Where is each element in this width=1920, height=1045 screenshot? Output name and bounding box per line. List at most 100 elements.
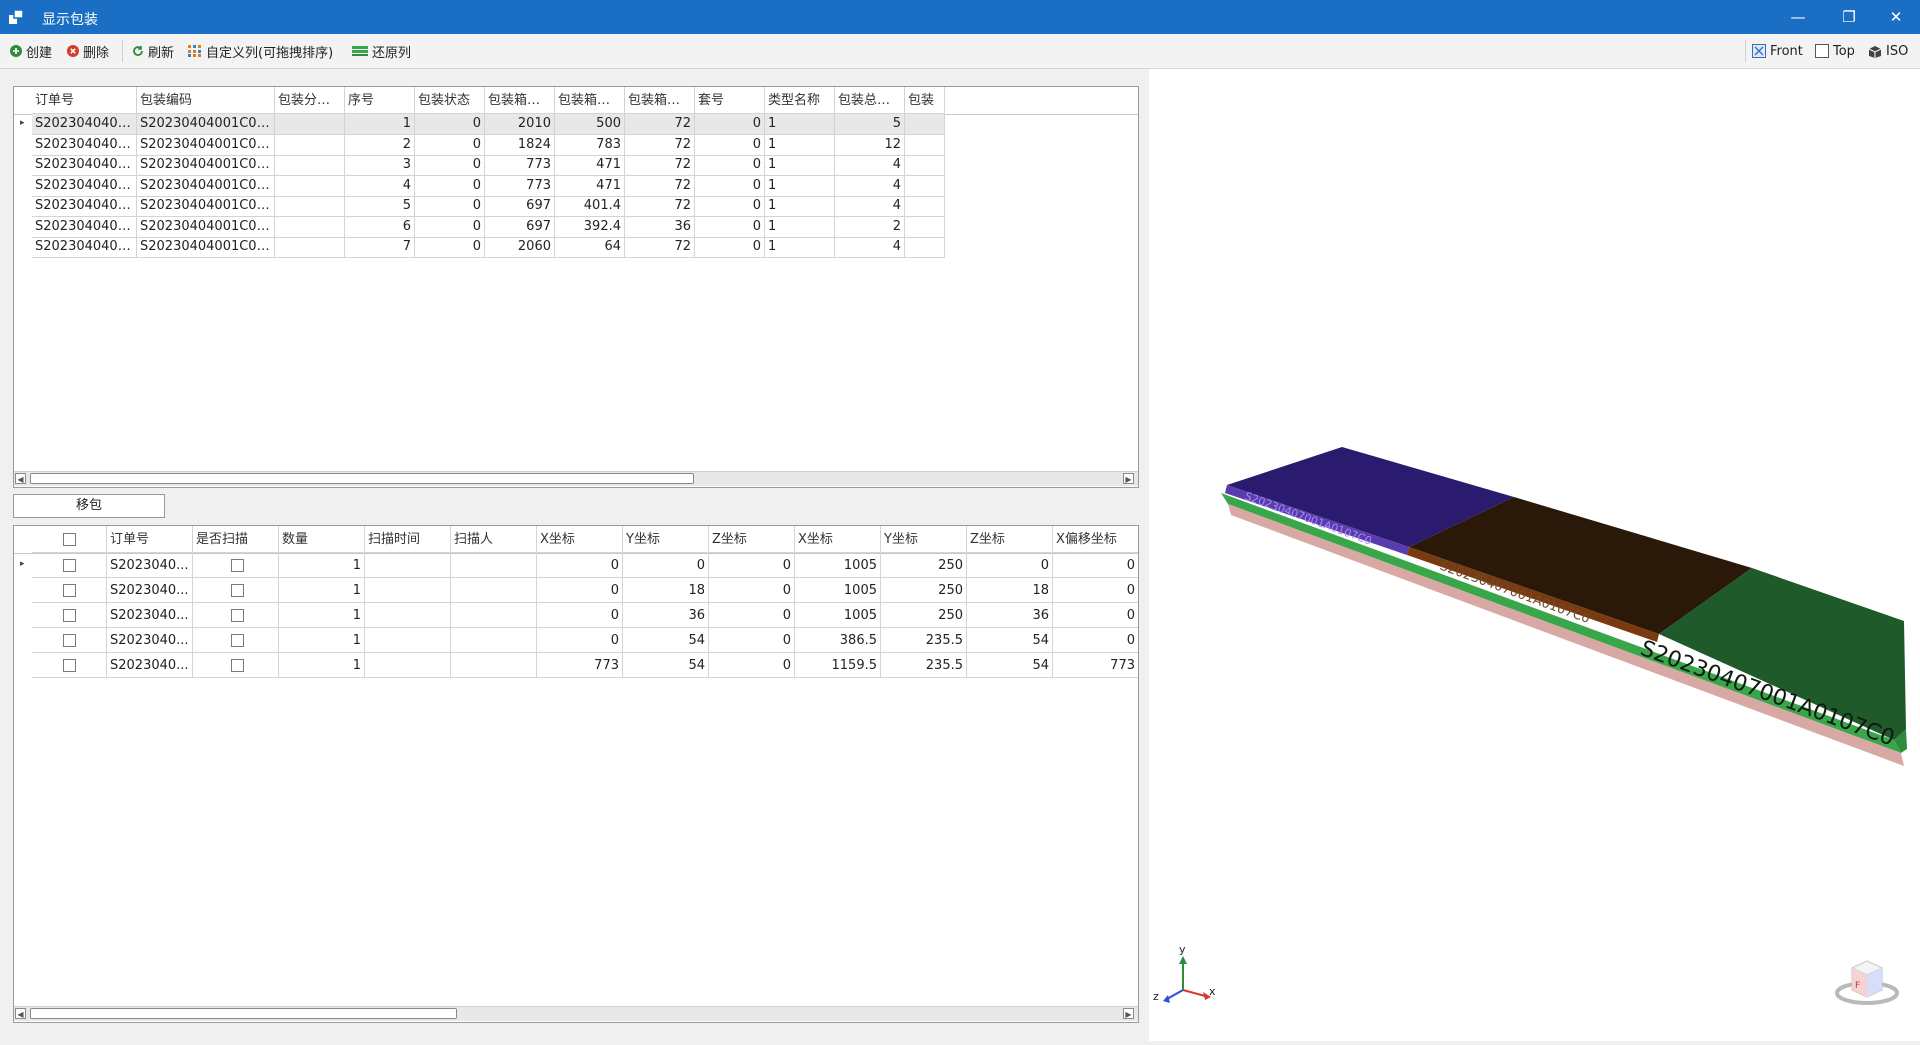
table-row[interactable]: S20230404001C04S20230404001C04B000330773… <box>14 155 1138 176</box>
close-icon: ✕ <box>1889 8 1903 26</box>
scanned-checkbox[interactable] <box>193 603 279 628</box>
checkbox[interactable] <box>62 533 76 546</box>
app-icon <box>9 9 24 24</box>
column-header[interactable]: Z坐标 <box>709 526 795 553</box>
create-button[interactable]: 创建 <box>10 42 52 61</box>
column-header[interactable]: 类型名称 <box>765 87 835 114</box>
column-header[interactable]: 扫描时间 <box>365 526 451 553</box>
3d-scene[interactable]: S20230407001A0107C0 S20230407001A0107C0 … <box>1149 69 1920 1041</box>
table-cell: 0 <box>537 628 623 653</box>
checkbox[interactable] <box>62 634 76 647</box>
close-button[interactable]: ✕ <box>1873 0 1919 34</box>
checkbox[interactable] <box>62 584 76 597</box>
table-row[interactable]: S20230404001C04S20230404001C04B000220182… <box>14 134 1138 156</box>
table-cell: S20230404001C04 <box>32 114 137 135</box>
board-grid[interactable]: 订单号 是否扫描 数量 扫描时间 扫描人 X坐标 Y坐标 Z坐标 X坐标 Y坐标 Z坐标 X偏移坐标 … <box>13 525 1139 1023</box>
row-select-checkbox[interactable] <box>32 578 107 603</box>
package-grid-hscrollbar[interactable]: ◀ ▶ <box>14 471 1138 486</box>
checkbox[interactable] <box>231 559 244 572</box>
checkbox[interactable] <box>62 559 76 572</box>
select-all-checkbox[interactable] <box>32 526 107 553</box>
scanned-checkbox[interactable] <box>193 553 279 578</box>
scanned-checkbox[interactable] <box>193 578 279 603</box>
table-cell: 773 <box>537 653 623 678</box>
column-header[interactable]: 套号 <box>695 87 765 114</box>
refresh-button[interactable]: 刷新 <box>132 42 174 61</box>
column-header[interactable]: 包装总板件... <box>835 87 905 114</box>
column-header[interactable]: Z坐标 <box>967 526 1053 553</box>
table-row[interactable]: S2023040... 1 773 54 0 1159.5 235.5 54 773 <box>14 653 1138 678</box>
row-select-checkbox[interactable] <box>32 628 107 653</box>
column-header[interactable]: 包装箱高度 <box>625 87 695 114</box>
table-row[interactable]: S20230404001C04S20230404001C04B000550697… <box>14 196 1138 217</box>
package-grid[interactable]: 订单号包装编码包装分类规...序号包装状态包装箱长度包装箱宽度包装箱高度套号类型… <box>13 86 1139 488</box>
scroll-right-icon[interactable]: ▶ <box>1123 473 1134 484</box>
column-header[interactable]: 包装状态 <box>415 87 485 114</box>
checkbox[interactable] <box>231 659 244 672</box>
scroll-thumb[interactable] <box>30 473 694 484</box>
checkbox[interactable] <box>231 584 244 597</box>
table-cell: 4 <box>835 155 905 176</box>
table-row[interactable]: ▸ S2023040... 1 0 0 0 1005 250 0 0 <box>14 553 1138 578</box>
view-cube-icon[interactable]: F <box>1835 960 1899 1005</box>
table-cell: 0 <box>537 578 623 603</box>
column-header[interactable]: 包装箱长度 <box>485 87 555 114</box>
delete-button[interactable]: 删除 <box>67 42 109 61</box>
row-select-checkbox[interactable] <box>32 653 107 678</box>
3d-viewer[interactable]: S20230407001A0107C0 S20230407001A0107C0 … <box>1149 69 1920 1041</box>
column-header[interactable]: Y坐标 <box>881 526 967 553</box>
scroll-left-icon[interactable]: ◀ <box>15 1008 26 1019</box>
checkbox[interactable] <box>62 659 76 672</box>
table-cell: 250 <box>881 578 967 603</box>
scanned-checkbox[interactable] <box>193 653 279 678</box>
row-select-checkbox[interactable] <box>32 603 107 628</box>
table-row[interactable]: S20230404001C04S20230404001C04B000660697… <box>14 216 1138 238</box>
minimize-button[interactable]: — <box>1775 0 1821 34</box>
restore-columns-button[interactable]: 还原列 <box>352 42 411 61</box>
table-row[interactable]: S20230404001C04S20230404001C04B000440773… <box>14 175 1138 197</box>
scanned-checkbox[interactable] <box>193 628 279 653</box>
column-header[interactable]: 包装编码 <box>137 87 275 114</box>
view-front-button[interactable]: Front <box>1752 42 1803 60</box>
restore-button[interactable]: ❐ <box>1826 0 1872 34</box>
table-cell: S20230404001C04 <box>32 216 137 238</box>
view-top-button[interactable]: Top <box>1815 42 1855 60</box>
column-header[interactable]: 包装 <box>905 87 945 114</box>
table-cell: 697 <box>485 216 555 238</box>
column-header[interactable]: 数量 <box>279 526 365 553</box>
table-cell: 1 <box>279 628 365 653</box>
checkbox[interactable] <box>62 609 76 622</box>
checkbox[interactable] <box>231 634 244 647</box>
column-header[interactable]: 扫描人 <box>451 526 537 553</box>
move-package-button[interactable]: 移包 <box>13 494 165 518</box>
table-row[interactable]: S2023040... 1 0 18 0 1005 250 18 0 <box>14 578 1138 603</box>
checkbox[interactable] <box>231 609 244 622</box>
delete-circle-icon <box>67 45 79 57</box>
table-cell: 1 <box>279 603 365 628</box>
table-row[interactable]: S2023040... 1 0 54 0 386.5 235.5 54 0 <box>14 628 1138 653</box>
scroll-right-icon[interactable]: ▶ <box>1123 1008 1134 1019</box>
table-row[interactable]: ▸S20230404001C04S20230404001C04B00011020… <box>14 114 1138 135</box>
table-row[interactable]: S2023040... 1 0 36 0 1005 250 36 0 <box>14 603 1138 628</box>
column-header[interactable]: 是否扫描 <box>193 526 279 553</box>
view-iso-button[interactable]: ISO <box>1867 42 1908 60</box>
table-row[interactable]: S20230404001C04S20230404001C04B000770206… <box>14 237 1138 258</box>
scroll-thumb[interactable] <box>30 1008 457 1019</box>
column-header[interactable]: 包装分类规... <box>275 87 345 114</box>
column-header[interactable]: 包装箱宽度 <box>555 87 625 114</box>
column-header[interactable]: 订单号 <box>107 526 193 553</box>
table-cell: 5 <box>835 114 905 135</box>
column-header[interactable]: X坐标 <box>537 526 623 553</box>
scroll-left-icon[interactable]: ◀ <box>15 473 26 484</box>
column-header[interactable]: Y坐标 <box>623 526 709 553</box>
column-header[interactable]: 序号 <box>345 87 415 114</box>
board-grid-hscrollbar[interactable]: ◀ ▶ <box>14 1006 1138 1021</box>
column-header[interactable]: 订单号 <box>32 87 137 114</box>
custom-columns-button[interactable]: 自定义列(可拖拽排序) <box>188 42 333 61</box>
column-header[interactable]: X偏移坐标 <box>1053 526 1138 553</box>
row-select-checkbox[interactable] <box>32 553 107 578</box>
table-cell: 0 <box>695 114 765 135</box>
table-cell: 0 <box>695 196 765 217</box>
column-header[interactable]: X坐标 <box>795 526 881 553</box>
table-cell <box>451 653 537 678</box>
